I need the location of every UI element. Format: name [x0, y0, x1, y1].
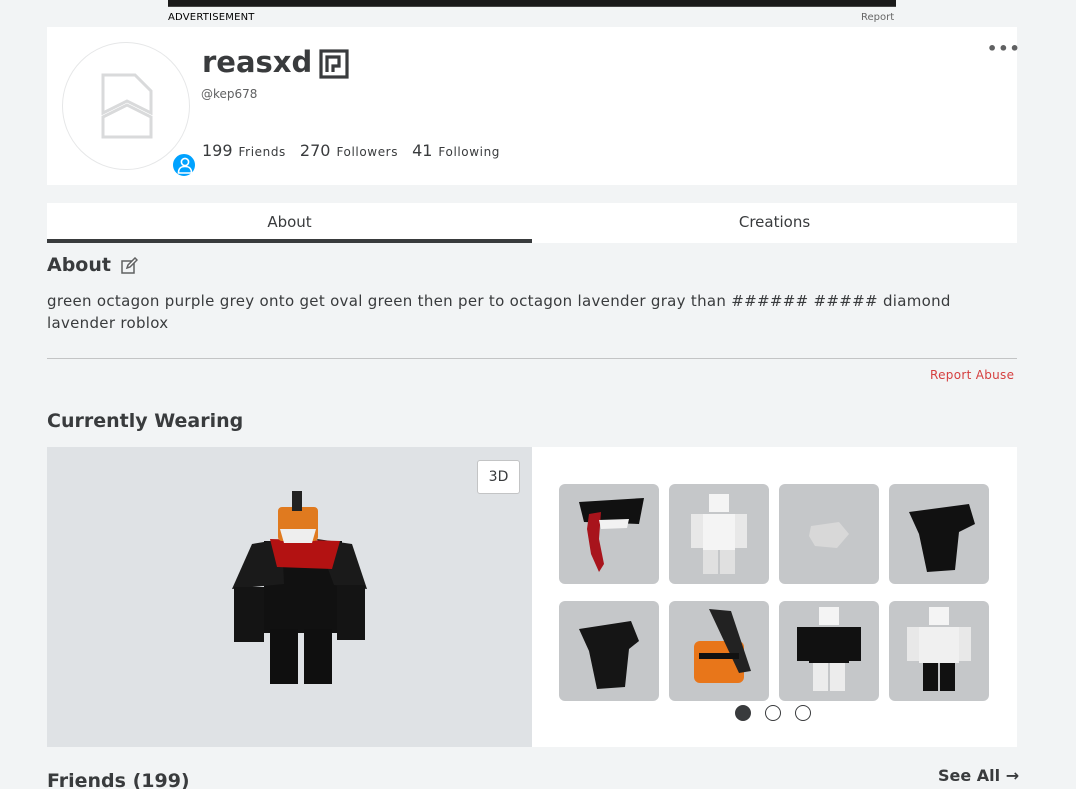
- item-tile[interactable]: [669, 484, 769, 584]
- page-dot-3[interactable]: [795, 705, 811, 721]
- page-dot-1[interactable]: [735, 705, 751, 721]
- following-count: 41: [412, 141, 433, 160]
- red-tongue-mask-icon: [579, 498, 644, 572]
- toggle-3d-button[interactable]: 3D: [477, 460, 520, 494]
- following-label: Following: [438, 145, 501, 159]
- black-shoulder-pad-icon: [909, 504, 975, 572]
- report-abuse-link[interactable]: Report Abuse: [930, 368, 1014, 382]
- item-tile[interactable]: [889, 484, 989, 584]
- avatar-viewer[interactable]: 3D: [47, 447, 532, 747]
- carousel-pagination: [735, 705, 811, 721]
- friends-label: Friends: [238, 145, 286, 159]
- currently-wearing-heading: Currently Wearing: [47, 410, 244, 432]
- online-status-badge[interactable]: [171, 152, 197, 178]
- advertisement-label: ADVERTISEMENT: [168, 12, 255, 23]
- stat-following[interactable]: 41 Following: [412, 141, 500, 160]
- image-placeholder-icon: [101, 73, 153, 139]
- black-pants-avatar-icon: [907, 607, 971, 691]
- wearing-items-panel: [532, 447, 1017, 747]
- advertisement-banner[interactable]: [168, 0, 896, 7]
- item-tile[interactable]: [779, 601, 879, 701]
- page-dot-2[interactable]: [765, 705, 781, 721]
- friends-count: 199: [202, 141, 233, 160]
- tab-creations[interactable]: Creations: [532, 203, 1017, 243]
- avatar-3d-figure: [232, 491, 367, 684]
- divider: [47, 358, 1017, 359]
- stat-followers[interactable]: 270 Followers: [300, 141, 398, 160]
- followers-count: 270: [299, 141, 331, 160]
- item-tile[interactable]: [559, 484, 659, 584]
- more-options-icon[interactable]: •••: [987, 39, 1021, 58]
- avatar[interactable]: [62, 42, 197, 178]
- item-tile[interactable]: [669, 601, 769, 701]
- about-heading: About: [47, 254, 111, 276]
- edit-icon[interactable]: [120, 257, 138, 275]
- followers-label: Followers: [336, 145, 399, 159]
- item-tile[interactable]: [889, 601, 989, 701]
- friends-heading: Friends (199): [47, 770, 190, 789]
- about-description: green octagon purple grey onto get oval …: [47, 292, 951, 332]
- profile-header: reasxd @kep678 199 Friends 270 Followers…: [47, 27, 1020, 185]
- profile-tabs: About Creations: [47, 203, 1017, 243]
- see-all-friends-link[interactable]: See All →: [938, 766, 1019, 785]
- white-avatar-body-icon: [691, 494, 747, 574]
- item-tile[interactable]: [779, 484, 879, 584]
- user-icon: [177, 157, 193, 174]
- stat-friends[interactable]: 199 Friends: [202, 141, 286, 160]
- report-ad-link[interactable]: Report: [861, 12, 894, 23]
- username: @kep678: [201, 87, 258, 101]
- profile-stats: 199 Friends 270 Followers 41 Following: [202, 141, 500, 160]
- grey-accessory-icon: [809, 522, 849, 548]
- premium-badge-icon: [319, 49, 349, 79]
- item-tile[interactable]: [559, 601, 659, 701]
- black-shoulder-pad-icon: [579, 621, 639, 689]
- black-shirt-avatar-icon: [797, 607, 861, 691]
- tab-about[interactable]: About: [47, 203, 532, 243]
- display-name: reasxd: [202, 45, 313, 79]
- orange-chainsaw-head-icon: [694, 609, 751, 683]
